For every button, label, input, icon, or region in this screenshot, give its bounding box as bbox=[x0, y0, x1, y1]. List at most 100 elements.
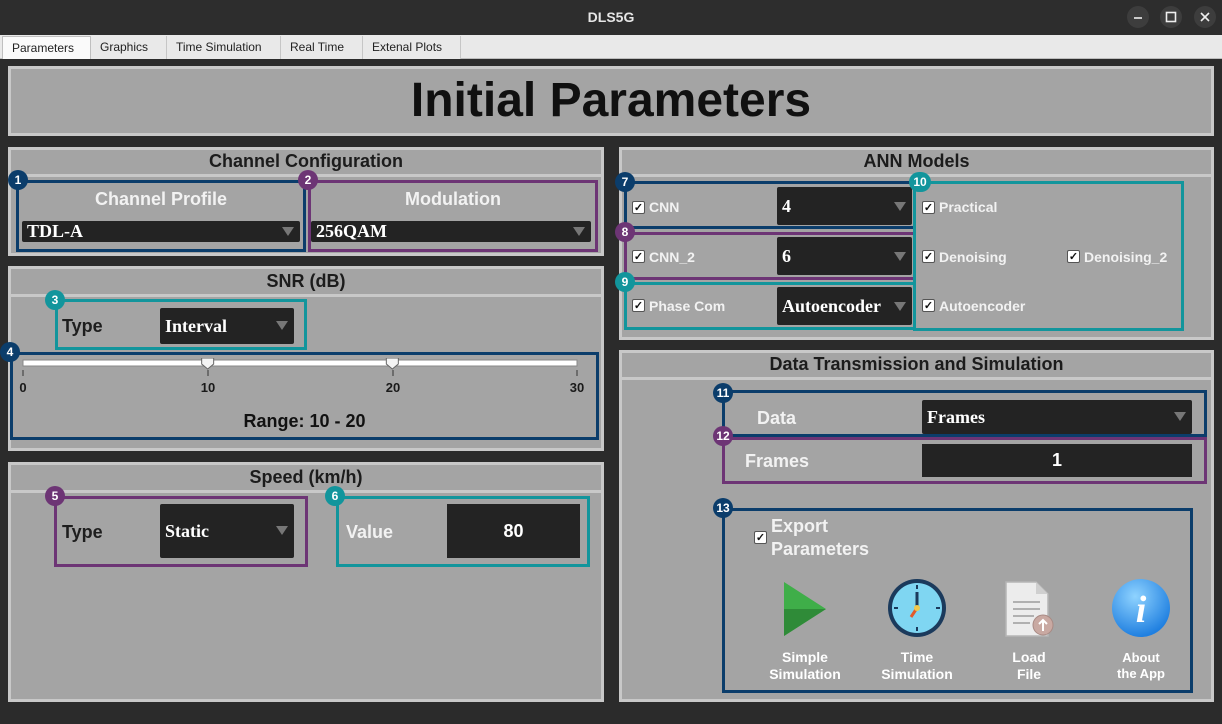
snr-type-label: Type bbox=[62, 316, 103, 336]
channel-profile-label: Channel Profile bbox=[94, 189, 228, 209]
close-icon bbox=[1200, 12, 1210, 22]
data-label: Data bbox=[757, 408, 797, 428]
badge-13: 13 bbox=[713, 498, 733, 518]
tab-real-time[interactable]: Real Time bbox=[281, 36, 363, 59]
cnn-checkbox[interactable]: ✓ bbox=[632, 201, 645, 214]
simple-simulation-label-2: Simulation bbox=[769, 666, 841, 682]
load-file-label-1: Load bbox=[1012, 649, 1046, 665]
cnn2-select[interactable]: 6 bbox=[777, 237, 912, 275]
frames-input[interactable]: 1 bbox=[922, 444, 1192, 477]
chevron-down-icon bbox=[894, 302, 906, 311]
snr-slider-graphic bbox=[22, 357, 578, 376]
phase-com-value: Autoencoder bbox=[782, 296, 881, 316]
autoencoder-label: Autoencoder bbox=[939, 298, 1026, 314]
tab-parameters[interactable]: Parameters bbox=[2, 36, 91, 59]
cnn-select[interactable]: 4 bbox=[777, 187, 912, 225]
divider bbox=[11, 490, 601, 493]
slider-tick-label: 20 bbox=[385, 380, 401, 395]
speed-type-value: Static bbox=[165, 521, 209, 541]
export-label-line2: Parameters bbox=[771, 539, 870, 559]
speed-heading: Speed (km/h) bbox=[249, 467, 363, 487]
phase-com-checkbox[interactable]: ✓ bbox=[632, 299, 645, 312]
info-icon: i bbox=[1112, 579, 1170, 637]
cnn2-checkbox[interactable]: ✓ bbox=[632, 250, 645, 263]
badge-12: 12 bbox=[713, 426, 733, 446]
practical-checkbox[interactable]: ✓ bbox=[922, 201, 935, 214]
export-parameters-checkbox[interactable]: ✓ bbox=[754, 531, 767, 544]
denoising-checkbox[interactable]: ✓ bbox=[922, 250, 935, 263]
modulation-value: 256QAM bbox=[316, 221, 387, 241]
about-app-button[interactable]: i About the App bbox=[1096, 576, 1186, 686]
badge-6: 6 bbox=[325, 486, 345, 506]
load-file-button[interactable]: Load File bbox=[984, 576, 1074, 686]
divider bbox=[622, 377, 1211, 380]
practical-label: Practical bbox=[939, 199, 998, 215]
minimize-button[interactable] bbox=[1127, 6, 1149, 28]
simple-simulation-button[interactable]: Simple Simulation bbox=[760, 576, 850, 686]
load-file-label-2: File bbox=[1016, 666, 1042, 682]
chevron-down-icon bbox=[573, 227, 585, 236]
export-label-line1: Export bbox=[771, 516, 829, 536]
slider-tick-label: 10 bbox=[200, 380, 216, 395]
svg-text:i: i bbox=[1136, 589, 1147, 631]
clock-icon bbox=[888, 579, 946, 637]
slider-tick-label: 0 bbox=[19, 380, 27, 395]
data-tx-heading: Data Transmission and Simulation bbox=[769, 354, 1064, 374]
window-title: DLS5G bbox=[587, 9, 635, 25]
slider-tick-label: 30 bbox=[569, 380, 585, 395]
maximize-button[interactable] bbox=[1160, 6, 1182, 28]
tab-extenal-plots[interactable]: Extenal Plots bbox=[363, 36, 461, 59]
phase-com-select[interactable]: Autoencoder bbox=[777, 287, 912, 325]
chevron-down-icon bbox=[276, 526, 288, 535]
ann-heading: ANN Models bbox=[863, 151, 970, 171]
badge-11: 11 bbox=[713, 383, 733, 403]
speed-type-select[interactable]: Static bbox=[160, 504, 294, 558]
chevron-down-icon bbox=[282, 227, 294, 236]
about-app-label-2: the App bbox=[1117, 666, 1165, 681]
modulation-label: Modulation bbox=[405, 189, 501, 209]
speed-value-input[interactable]: 80 bbox=[447, 504, 580, 558]
badge-8: 8 bbox=[615, 222, 635, 242]
page-title: Initial Parameters bbox=[410, 74, 812, 127]
time-simulation-label-1: Time bbox=[900, 649, 934, 665]
simple-simulation-label-1: Simple bbox=[782, 649, 828, 665]
chevron-down-icon bbox=[894, 252, 906, 261]
badge-4: 4 bbox=[0, 342, 20, 362]
badge-1: 1 bbox=[8, 170, 28, 190]
snr-type-value: Interval bbox=[165, 316, 227, 336]
maximize-icon bbox=[1165, 11, 1177, 23]
snr-low-handle[interactable] bbox=[201, 357, 215, 370]
badge-10: 10 bbox=[909, 172, 931, 192]
snr-type-select[interactable]: Interval bbox=[160, 308, 294, 344]
time-simulation-label-2: Simulation bbox=[881, 666, 953, 682]
data-value: Frames bbox=[927, 407, 985, 427]
speed-value-label: Value bbox=[346, 522, 394, 542]
badge-9: 9 bbox=[615, 272, 635, 292]
time-simulation-button[interactable]: Time Simulation bbox=[872, 576, 962, 686]
data-select[interactable]: Frames bbox=[922, 400, 1192, 434]
about-app-label-1: About bbox=[1122, 650, 1160, 665]
channel-profile-select[interactable]: TDL-A bbox=[22, 221, 300, 242]
chevron-down-icon bbox=[276, 321, 288, 330]
denoising-label: Denoising bbox=[939, 249, 1007, 265]
frames-label: Frames bbox=[745, 451, 810, 471]
tab-graphics[interactable]: Graphics bbox=[91, 36, 167, 59]
tab-time-simulation[interactable]: Time Simulation bbox=[167, 36, 281, 59]
badge-3: 3 bbox=[45, 290, 65, 310]
snr-heading: SNR (dB) bbox=[266, 271, 346, 291]
cnn2-value: 6 bbox=[782, 246, 791, 266]
snr-range-text: Range: 10 - 20 bbox=[243, 411, 366, 431]
snr-range-slider[interactable] bbox=[22, 357, 578, 386]
badge-7: 7 bbox=[615, 172, 635, 192]
cnn2-label: CNN_2 bbox=[649, 249, 695, 265]
close-button[interactable] bbox=[1194, 6, 1216, 28]
denoising2-checkbox[interactable]: ✓ bbox=[1067, 250, 1080, 263]
play-icon bbox=[784, 582, 826, 636]
speed-type-label: Type bbox=[62, 522, 103, 542]
chevron-down-icon bbox=[894, 202, 906, 211]
snr-high-handle[interactable] bbox=[385, 357, 399, 370]
channel-profile-value: TDL-A bbox=[27, 221, 84, 241]
phase-com-label: Phase Com bbox=[649, 298, 726, 314]
modulation-select[interactable]: 256QAM bbox=[311, 221, 591, 242]
autoencoder-checkbox[interactable]: ✓ bbox=[922, 299, 935, 312]
